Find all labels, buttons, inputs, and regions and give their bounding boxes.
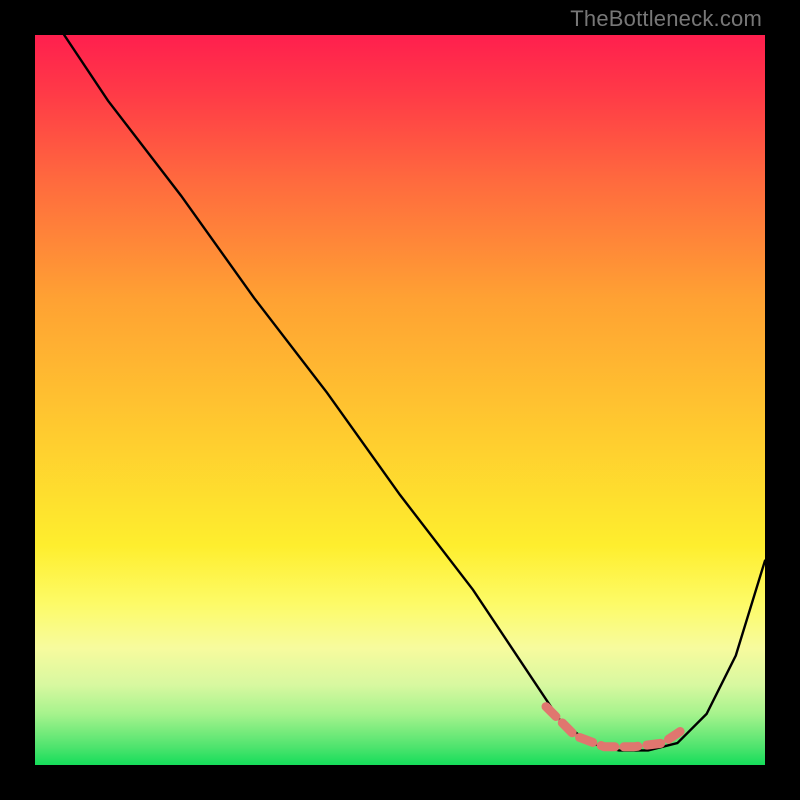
attribution-text: TheBottleneck.com [570, 6, 762, 32]
bottleneck-curve-path [64, 35, 765, 750]
chart-svg [35, 35, 765, 765]
optimal-range-path [546, 707, 685, 747]
chart-plot-area [35, 35, 765, 765]
